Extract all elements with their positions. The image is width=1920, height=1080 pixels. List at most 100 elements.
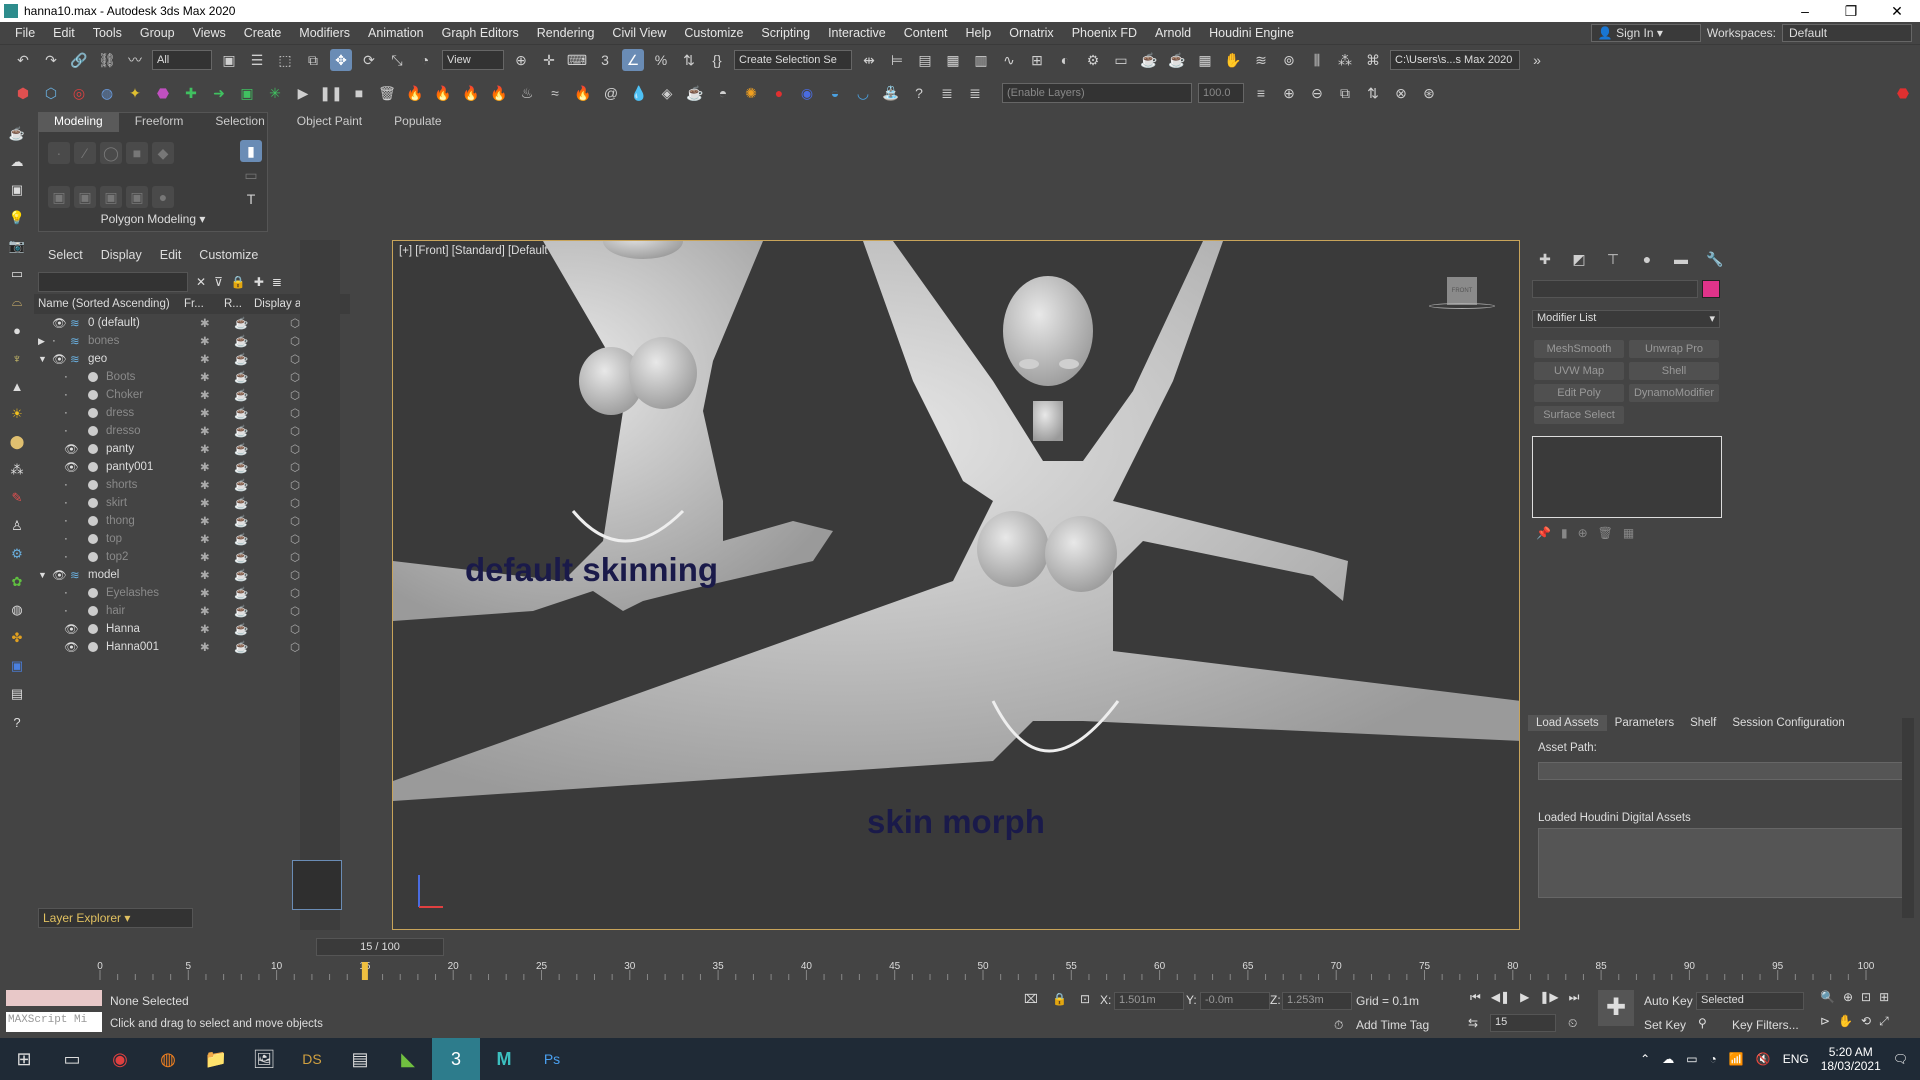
- previous-frame-icon[interactable]: ◀❚: [1491, 990, 1510, 1005]
- freeze-icon[interactable]: ✱: [200, 388, 210, 402]
- edit-poly-button[interactable]: Edit Poly: [1534, 384, 1624, 402]
- hidden-eye-icon[interactable]: ·: [64, 515, 78, 527]
- renderable-icon[interactable]: ☕: [234, 586, 248, 600]
- hidden-eye-icon[interactable]: ·: [64, 587, 78, 599]
- network-icon[interactable]: ◔: [1710, 1052, 1717, 1066]
- close-icon[interactable]: ✕: [1874, 3, 1920, 20]
- renderable-icon[interactable]: ☕: [234, 316, 248, 330]
- snap-3d-icon[interactable]: 3: [594, 49, 616, 71]
- restore-icon[interactable]: ❐: [1828, 3, 1874, 20]
- menu-tools[interactable]: Tools: [84, 26, 131, 40]
- pan-icon[interactable]: ✋: [1838, 1014, 1853, 1029]
- houdini-scrollbar[interactable]: [1902, 718, 1914, 918]
- renderable-icon[interactable]: ☕: [234, 460, 248, 474]
- renderable-icon[interactable]: ☕: [234, 604, 248, 618]
- red-tool-icon[interactable]: ⬣: [1892, 82, 1914, 104]
- move-icon[interactable]: ✥: [330, 49, 352, 71]
- edit-named-selection-icon[interactable]: {}: [706, 49, 728, 71]
- tab-parameters[interactable]: Parameters: [1607, 715, 1682, 731]
- stack-remove-icon[interactable]: ⊖: [1306, 82, 1328, 104]
- scene-explorer-icon[interactable]: ▦: [942, 49, 964, 71]
- zoom-icon[interactable]: 🔍: [1820, 990, 1835, 1004]
- surface-select-button[interactable]: Surface Select: [1534, 406, 1624, 424]
- freeze-icon[interactable]: ✱: [200, 370, 210, 384]
- tab-object-paint[interactable]: Object Paint: [281, 112, 378, 132]
- viewport-front[interactable]: [+] [Front] [Standard] [Default Shading]: [392, 240, 1520, 930]
- schematic-view-icon[interactable]: ⊞: [1026, 49, 1048, 71]
- bomb-icon[interactable]: ●: [768, 82, 790, 104]
- cone-icon[interactable]: ▲: [7, 376, 27, 396]
- particles-icon[interactable]: ⁂: [7, 460, 27, 480]
- app-icon-window[interactable]: ▤: [336, 1038, 384, 1080]
- bottle-icon[interactable]: ◉: [796, 82, 818, 104]
- arrow-icon[interactable]: ➜: [208, 82, 230, 104]
- scale-icon[interactable]: ⤡: [386, 49, 408, 71]
- renderable-icon[interactable]: ☕: [234, 424, 248, 438]
- hair-icon[interactable]: ⫼: [1306, 49, 1328, 71]
- hidden-eye-icon[interactable]: ·: [64, 407, 78, 419]
- scene-preview-swatch[interactable]: [292, 860, 342, 910]
- menu-graph-editors[interactable]: Graph Editors: [433, 26, 528, 40]
- maxscript-listener[interactable]: [6, 990, 102, 1006]
- add-layer-icon[interactable]: ✚: [254, 275, 264, 289]
- time-config-icon[interactable]: ⏲: [1568, 1016, 1577, 1031]
- ribbon-element-icon[interactable]: ◆: [152, 142, 174, 164]
- renderable-icon[interactable]: ☕: [234, 640, 248, 654]
- menu-group[interactable]: Group: [131, 26, 184, 40]
- tray-chevron-icon[interactable]: ⌃: [1640, 1052, 1650, 1066]
- renderable-icon[interactable]: ☕: [234, 550, 248, 564]
- freeze-icon[interactable]: ✱: [200, 316, 210, 330]
- menu-phoenix-fd[interactable]: Phoenix FD: [1063, 26, 1146, 40]
- auto-key-button[interactable]: Auto Key: [1644, 994, 1693, 1008]
- plant-icon[interactable]: ✿: [7, 572, 27, 592]
- select-by-name-icon[interactable]: ☰: [246, 49, 268, 71]
- link-icon[interactable]: 🔗: [68, 49, 90, 71]
- torus-icon[interactable]: ◎: [68, 82, 90, 104]
- windows-start-icon[interactable]: ⊞: [0, 1038, 48, 1080]
- menu-civil-view[interactable]: Civil View: [603, 26, 675, 40]
- set-key-button[interactable]: Set Key: [1644, 1018, 1686, 1032]
- render-setup-icon[interactable]: ⚙: [1082, 49, 1104, 71]
- remove-modifier-icon[interactable]: 🗑: [1598, 526, 1613, 540]
- unwrap-pro-button[interactable]: Unwrap Pro: [1629, 340, 1719, 358]
- visible-eye-icon[interactable]: 👁: [64, 622, 79, 636]
- renderable-icon[interactable]: ☕: [234, 406, 248, 420]
- expand-arrow-icon[interactable]: ▶: [38, 336, 45, 347]
- onedrive-icon[interactable]: ☁: [1662, 1052, 1674, 1066]
- ocean-icon[interactable]: ◡: [852, 82, 874, 104]
- tab-modeling[interactable]: Modeling: [38, 112, 119, 132]
- 3ds-max-icon[interactable]: 3: [432, 1038, 480, 1080]
- orbit-icon[interactable]: ⟲: [1861, 1014, 1871, 1029]
- tab-selection[interactable]: Selection: [199, 112, 280, 132]
- camera-icon[interactable]: 📷: [7, 236, 27, 256]
- select-object-icon[interactable]: ▣: [218, 49, 240, 71]
- firefox-icon[interactable]: ◍: [144, 1038, 192, 1080]
- stack-add-icon[interactable]: ⊕: [1278, 82, 1300, 104]
- angle-snap-icon[interactable]: ∠: [622, 49, 644, 71]
- display-as-box-icon[interactable]: ⬡: [290, 442, 300, 456]
- create-tab-icon[interactable]: ✚: [1534, 248, 1556, 270]
- time-slider[interactable]: 15 / 100: [316, 938, 444, 956]
- burst-icon[interactable]: ✳: [264, 82, 286, 104]
- zoom-all-icon[interactable]: ⊕: [1843, 990, 1853, 1004]
- make-unique-icon[interactable]: ⊕: [1578, 526, 1588, 540]
- sun-icon[interactable]: ☀: [7, 404, 27, 424]
- freeze-icon[interactable]: ✱: [200, 442, 210, 456]
- display-as-box-icon[interactable]: ⬡: [290, 550, 300, 564]
- renderable-icon[interactable]: ☕: [234, 622, 248, 636]
- display-as-box-icon[interactable]: ⬡: [290, 334, 300, 348]
- pivot-icon[interactable]: ⊕: [510, 49, 532, 71]
- collapse-arrow-icon[interactable]: ▼: [38, 354, 47, 364]
- freeze-icon[interactable]: ✱: [200, 514, 210, 528]
- circle-icon[interactable]: ⬤: [7, 432, 27, 452]
- menu-create[interactable]: Create: [235, 26, 291, 40]
- box-icon[interactable]: ▣: [7, 180, 27, 200]
- pause-sim-icon[interactable]: ❚❚: [319, 82, 342, 104]
- create-object-icon[interactable]: ⬢: [12, 82, 34, 104]
- particles-icon[interactable]: ⁂: [1334, 49, 1356, 71]
- dynamomodifier-button[interactable]: DynamoModifier: [1629, 384, 1719, 402]
- visible-eye-icon[interactable]: 👁: [64, 460, 79, 474]
- ribbon-icon[interactable]: ▥: [970, 49, 992, 71]
- display-as-box-icon[interactable]: ⬡: [290, 640, 300, 654]
- fov-icon[interactable]: ⊳: [1820, 1014, 1830, 1029]
